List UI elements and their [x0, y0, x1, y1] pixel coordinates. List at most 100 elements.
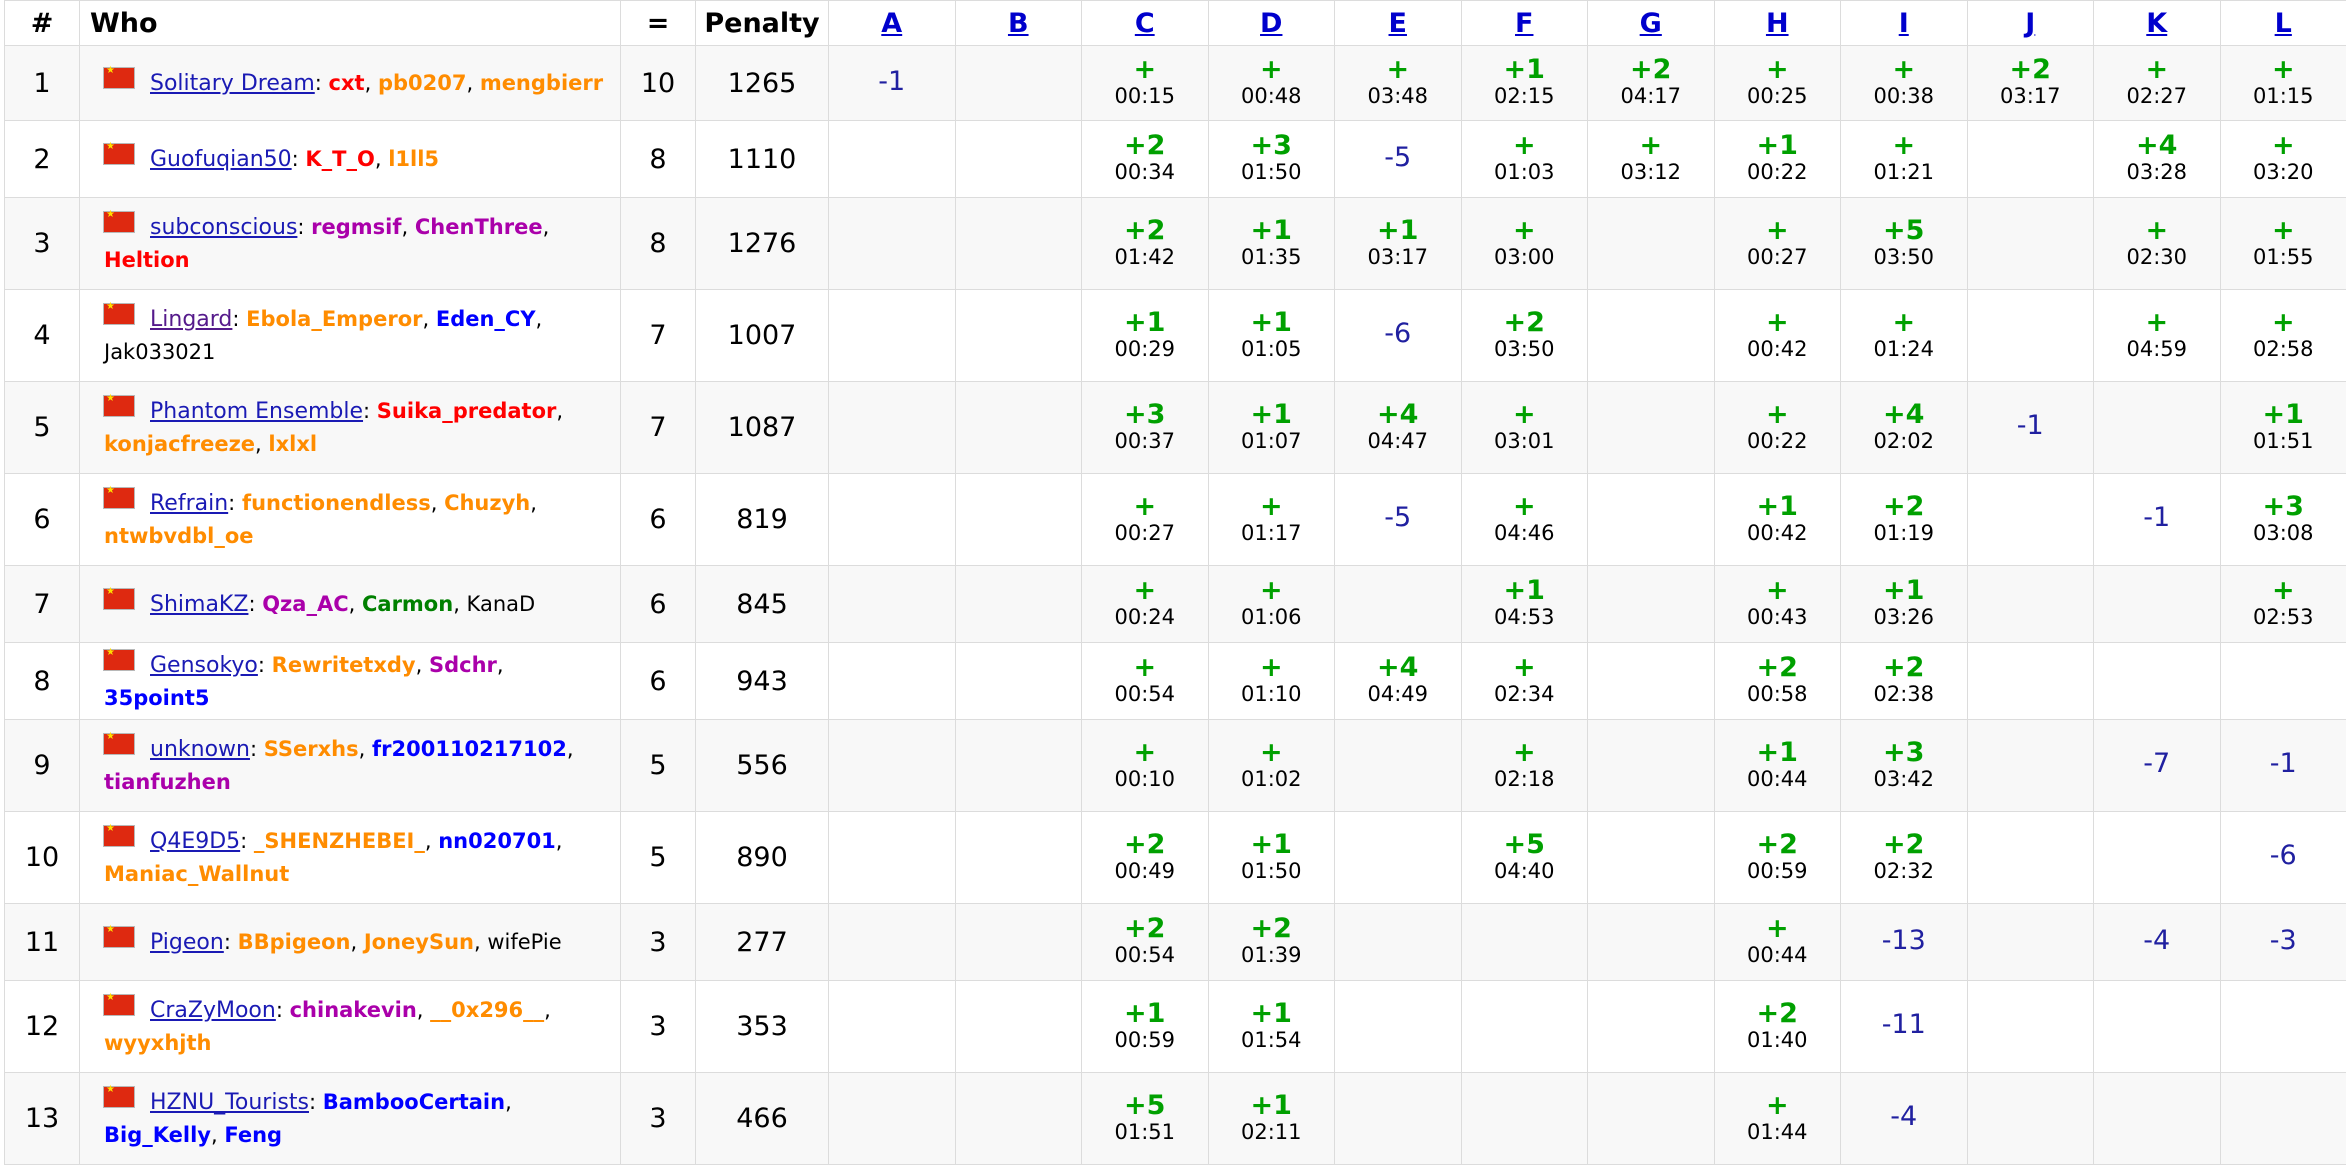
member-handle[interactable]: ntwbvdbl_oe	[104, 524, 254, 548]
member-handle[interactable]: functionendless	[242, 491, 431, 515]
member-handle[interactable]: chinakevin	[290, 998, 417, 1022]
solved-cell: 5	[621, 720, 696, 812]
accepted-time: 00:25	[1715, 83, 1841, 109]
member-handle[interactable]: Qza_AC	[262, 592, 348, 616]
member-handle[interactable]: konjacfreeze	[104, 432, 255, 456]
accepted-time: 00:22	[1715, 159, 1841, 185]
member-handle[interactable]: Eden_CY	[436, 307, 536, 331]
china-flag-icon	[104, 212, 134, 232]
problem-link-a[interactable]: A	[881, 8, 902, 39]
problem-cell-a	[829, 981, 956, 1073]
problem-link-l[interactable]: L	[2275, 8, 2292, 39]
problem-cell-h: +00:22	[1714, 382, 1841, 474]
member-handle[interactable]: Suika_predator	[377, 399, 557, 423]
member-handle[interactable]: Heltion	[104, 248, 190, 272]
member-handle[interactable]: tianfuzhen	[104, 770, 231, 794]
member-handle[interactable]: cxt	[329, 71, 365, 95]
problem-cell-g	[1588, 290, 1715, 382]
team-link[interactable]: unknown	[150, 737, 250, 762]
member-handle[interactable]: JoneySun	[364, 930, 474, 954]
accepted-mark: +4	[1841, 402, 1967, 428]
team-link[interactable]: Refrain	[150, 491, 228, 516]
separator: ,	[556, 829, 563, 853]
team-link[interactable]: Pigeon	[150, 930, 224, 955]
rank-cell: 12	[5, 981, 80, 1073]
member-handle[interactable]: Carmon	[362, 592, 453, 616]
accepted-time: 00:29	[1082, 336, 1208, 362]
member-handle[interactable]: Feng	[224, 1123, 282, 1147]
member-handle[interactable]: BambooCertain	[323, 1090, 505, 1114]
team-link[interactable]: CraZyMoon	[150, 998, 276, 1023]
accepted-time: 00:43	[1715, 604, 1841, 630]
member-handle[interactable]: wifePie	[487, 930, 561, 954]
problem-cell-l: +02:58	[2220, 290, 2346, 382]
member-handle[interactable]: K_T_O	[305, 147, 374, 171]
problem-link-j[interactable]: J	[2025, 8, 2035, 39]
problem-link-c[interactable]: C	[1135, 8, 1155, 39]
problem-link-d[interactable]: D	[1260, 8, 1282, 39]
rejected-attempts: -11	[1882, 1009, 1926, 1040]
member-handle[interactable]: Sdchr	[429, 653, 497, 677]
problem-link-h[interactable]: H	[1766, 8, 1789, 39]
team-link[interactable]: Solitary Dream	[150, 71, 315, 96]
china-flag-icon	[104, 488, 134, 508]
problem-cell-d: +201:39	[1208, 904, 1335, 981]
team-link[interactable]: subconscious	[150, 215, 297, 240]
accepted-time: 04:49	[1335, 681, 1461, 707]
problem-link-f[interactable]: F	[1515, 8, 1533, 39]
team-link[interactable]: Gensokyo	[150, 653, 258, 678]
member-handle[interactable]: mengbierr	[480, 71, 603, 95]
member-handle[interactable]: l1ll5	[388, 147, 439, 171]
member-handle[interactable]: nn020701	[438, 829, 556, 853]
problem-cell-l: -3	[2220, 904, 2346, 981]
separator: :	[363, 399, 377, 423]
problem-link-g[interactable]: G	[1640, 8, 1662, 39]
separator: :	[258, 653, 272, 677]
problem-cell-e	[1335, 720, 1462, 812]
team-link[interactable]: Lingard	[150, 307, 232, 332]
team-link[interactable]: ShimaKZ	[150, 592, 248, 617]
member-handle[interactable]: Chuzyh	[444, 491, 530, 515]
member-handle[interactable]: _SHENZHEBEI_	[254, 829, 425, 853]
rank-cell: 3	[5, 198, 80, 290]
problem-link-e[interactable]: E	[1389, 8, 1407, 39]
problem-cell-f: +504:40	[1461, 812, 1588, 904]
problem-cell-g	[1588, 904, 1715, 981]
problem-link-k[interactable]: K	[2146, 8, 2167, 39]
member-handle[interactable]: SSerxhs	[264, 737, 359, 761]
member-handle[interactable]: 35point5	[104, 686, 209, 710]
member-handle[interactable]: lxlxl	[268, 432, 317, 456]
member-handle[interactable]: BBpigeon	[238, 930, 351, 954]
separator: ,	[417, 998, 430, 1022]
member-handle[interactable]: KanaD	[467, 592, 536, 616]
member-handle[interactable]: Ebola_Emperor	[246, 307, 422, 331]
accepted-mark: +	[1082, 57, 1208, 83]
accepted-mark: +2	[1715, 832, 1841, 858]
rejected-attempts: -7	[2143, 748, 2170, 779]
member-handle[interactable]: pb0207	[378, 71, 467, 95]
accepted-mark: +	[1462, 218, 1588, 244]
separator: ,	[544, 998, 551, 1022]
team-link[interactable]: Q4E9D5	[150, 829, 240, 854]
member-handle[interactable]: __0x296__	[430, 998, 544, 1022]
team-link[interactable]: HZNU_Tourists	[150, 1090, 309, 1115]
member-handle[interactable]: regmsif	[311, 215, 401, 239]
member-handle[interactable]: wyyxhjth	[104, 1031, 211, 1055]
accepted-mark: +4	[2094, 133, 2220, 159]
accepted-mark: +	[1082, 740, 1208, 766]
problem-link-i[interactable]: I	[1899, 8, 1909, 39]
member-handle[interactable]: Rewritetxdy	[272, 653, 416, 677]
member-handle[interactable]: Jak033021	[104, 340, 215, 364]
team-link[interactable]: Guofuqian50	[150, 147, 292, 172]
problem-cell-h: +00:43	[1714, 566, 1841, 643]
accepted-mark: +5	[1462, 832, 1588, 858]
team-link[interactable]: Phantom Ensemble	[150, 399, 363, 424]
problem-link-b[interactable]: B	[1008, 8, 1029, 39]
member-handle[interactable]: Maniac_Wallnut	[104, 862, 289, 886]
member-handle[interactable]: ChenThree	[415, 215, 543, 239]
member-handle[interactable]: Big_Kelly	[104, 1123, 211, 1147]
separator: :	[232, 307, 246, 331]
member-handle[interactable]: fr200110217102	[372, 737, 567, 761]
accepted-time: 03:48	[1335, 83, 1461, 109]
accepted-mark: +	[2094, 57, 2220, 83]
